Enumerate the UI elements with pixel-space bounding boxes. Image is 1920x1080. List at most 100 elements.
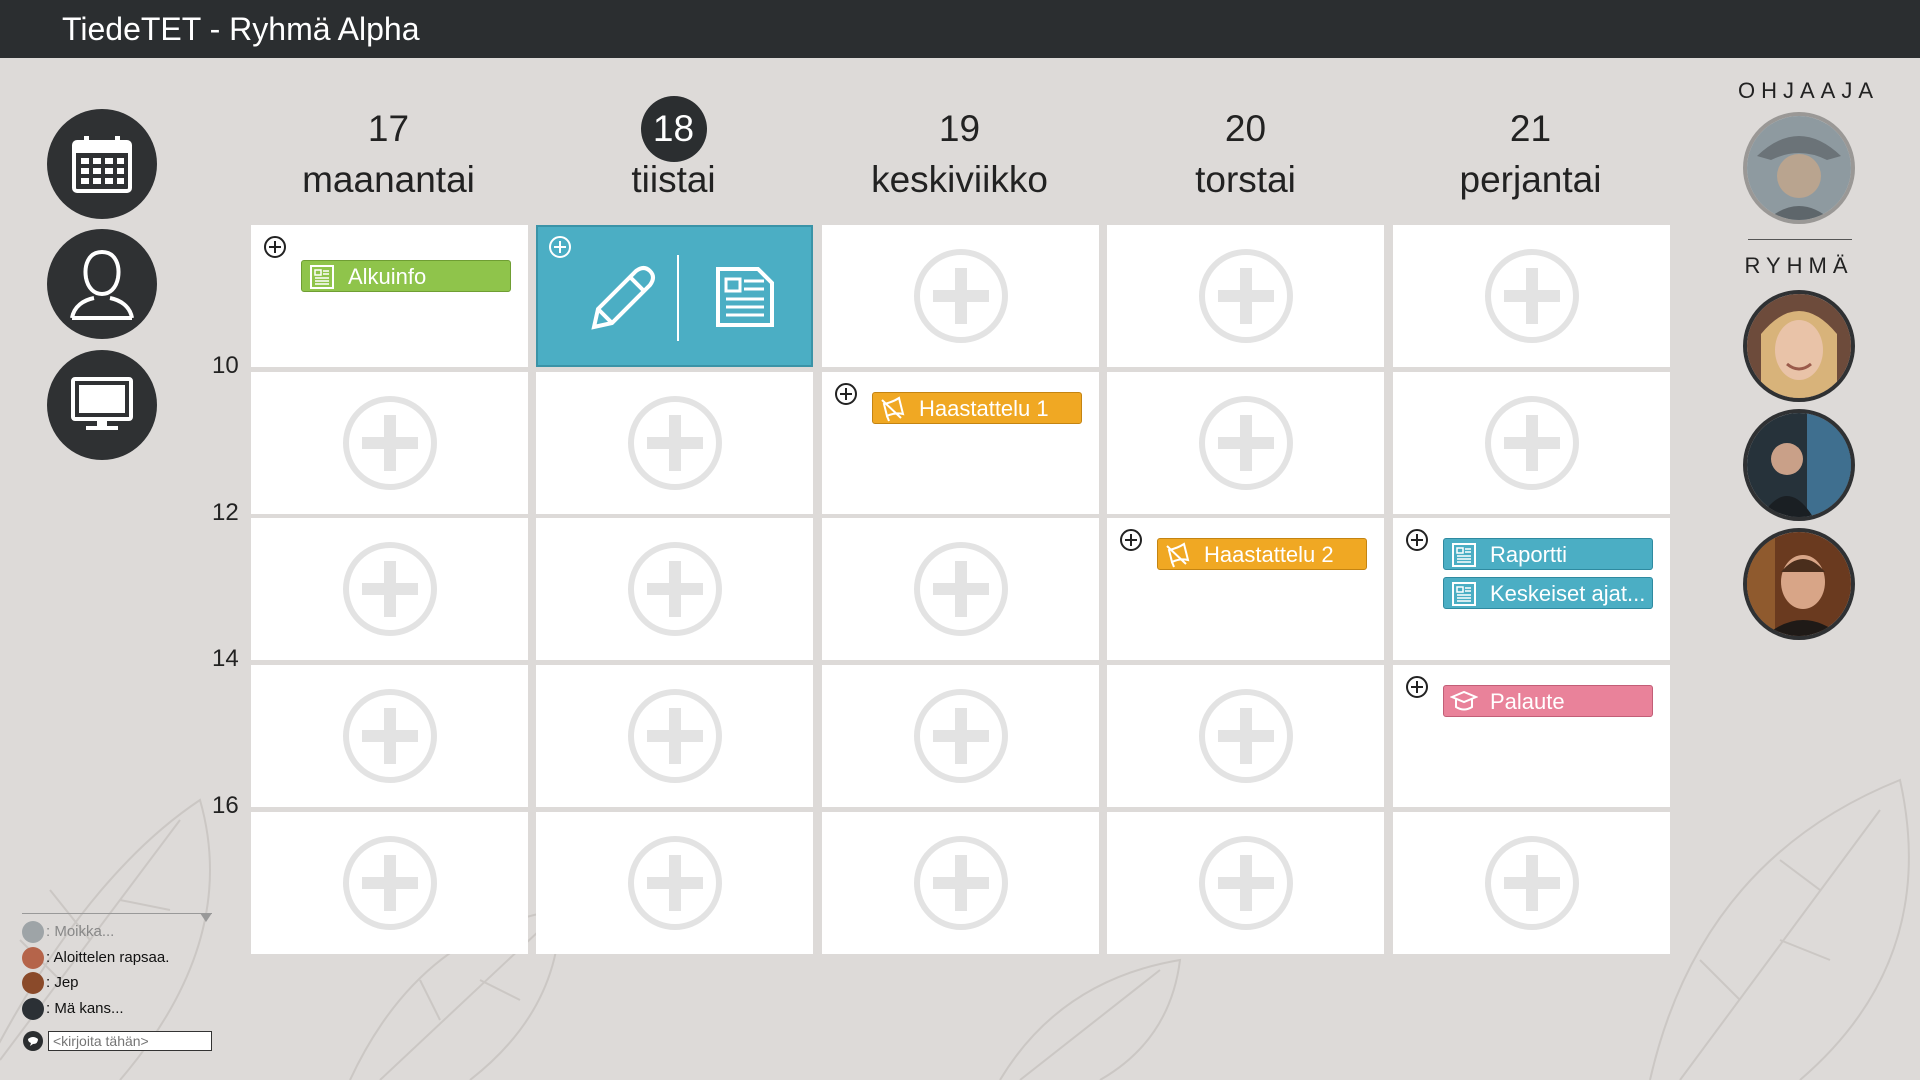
- add-slot-icon[interactable]: [913, 541, 1009, 637]
- calendar-nav-button[interactable]: [47, 109, 157, 219]
- empty-slot[interactable]: [822, 518, 1099, 660]
- add-slot-icon[interactable]: [913, 835, 1009, 931]
- day-number: 17: [367, 108, 410, 149]
- empty-slot[interactable]: [822, 812, 1099, 954]
- screen-nav-button[interactable]: [47, 350, 157, 460]
- event-palaute[interactable]: Palaute: [1443, 685, 1653, 717]
- add-slot-icon[interactable]: [1198, 835, 1294, 931]
- megaphone-icon: [881, 396, 905, 422]
- empty-slot[interactable]: [1107, 665, 1384, 807]
- event-haastattelu2[interactable]: Haastattelu 2: [1157, 538, 1367, 570]
- empty-slot[interactable]: [1107, 372, 1384, 514]
- empty-slot[interactable]: [822, 225, 1099, 367]
- graduation-cap-icon: [1450, 690, 1478, 711]
- add-slot-icon[interactable]: [1484, 395, 1580, 491]
- empty-slot[interactable]: [822, 665, 1099, 807]
- supervisor-avatar[interactable]: [1743, 112, 1855, 224]
- add-slot-icon[interactable]: [342, 835, 438, 931]
- day-name: keskiviikko: [871, 159, 1048, 200]
- empty-slot[interactable]: [536, 518, 813, 660]
- event-slot[interactable]: Haastattelu 1: [822, 372, 1099, 514]
- document-icon: [310, 265, 334, 289]
- day-name: perjantai: [1459, 159, 1602, 200]
- add-slot-icon[interactable]: [342, 688, 438, 784]
- empty-slot[interactable]: [1393, 225, 1670, 367]
- event-label: Alkuinfo: [348, 264, 427, 289]
- chat-message: : Aloittelen rapsaa.: [22, 946, 169, 970]
- empty-slot[interactable]: [251, 812, 528, 954]
- add-event-icon[interactable]: [834, 382, 858, 406]
- chat-message: : Jep: [22, 971, 79, 995]
- avatar-image: [1747, 116, 1851, 220]
- group-member-avatar[interactable]: [1743, 528, 1855, 640]
- chat-message: : Moikka...: [22, 920, 114, 944]
- avatar: [22, 947, 44, 970]
- selected-slot[interactable]: [536, 225, 813, 367]
- avatar-image: [1747, 532, 1851, 636]
- add-slot-icon[interactable]: [913, 248, 1009, 344]
- document-icon[interactable]: [716, 267, 774, 327]
- avatar-image: [1747, 294, 1851, 398]
- avatar-image: [1747, 413, 1851, 517]
- event-slot[interactable]: Raportti Keskeiset ajat...: [1393, 518, 1670, 660]
- event-label: Palaute: [1490, 689, 1565, 714]
- event-slot[interactable]: Palaute: [1393, 665, 1670, 807]
- empty-slot[interactable]: [1393, 372, 1670, 514]
- profile-nav-button[interactable]: [47, 229, 157, 339]
- chat-bubble-icon: [23, 1031, 43, 1051]
- add-slot-icon[interactable]: [913, 688, 1009, 784]
- empty-slot[interactable]: [1393, 812, 1670, 954]
- user-icon: [70, 249, 134, 320]
- event-haastattelu1[interactable]: Haastattelu 1: [872, 392, 1082, 424]
- day-header-today: 18 tiistai: [535, 95, 812, 201]
- add-slot-icon[interactable]: [627, 688, 723, 784]
- event-keskeiset[interactable]: Keskeiset ajat...: [1443, 577, 1653, 609]
- empty-slot[interactable]: [536, 665, 813, 807]
- add-event-icon[interactable]: [263, 235, 287, 259]
- day-number: 19: [938, 108, 981, 149]
- event-label: Haastattelu 1: [919, 396, 1049, 421]
- group-label: RYHMÄ: [1744, 253, 1854, 278]
- chat-collapse-icon[interactable]: [200, 913, 212, 922]
- empty-slot[interactable]: [536, 372, 813, 514]
- add-slot-icon[interactable]: [1198, 248, 1294, 344]
- document-icon: [1452, 582, 1476, 606]
- top-bar: TiedeTET - Ryhmä Alpha: [0, 0, 1920, 58]
- app-title: TiedeTET - Ryhmä Alpha: [62, 11, 420, 47]
- pencil-icon[interactable]: [591, 266, 655, 330]
- group-member-avatar[interactable]: [1743, 409, 1855, 521]
- add-slot-icon[interactable]: [627, 541, 723, 637]
- add-slot-icon[interactable]: [342, 541, 438, 637]
- empty-slot[interactable]: [536, 812, 813, 954]
- chat-input[interactable]: [48, 1031, 212, 1051]
- add-slot-icon[interactable]: [627, 395, 723, 491]
- empty-slot[interactable]: [251, 665, 528, 807]
- group-member-avatar[interactable]: [1743, 290, 1855, 402]
- add-event-icon[interactable]: [1405, 528, 1429, 552]
- empty-slot[interactable]: [251, 372, 528, 514]
- empty-slot[interactable]: [1107, 812, 1384, 954]
- day-name: maanantai: [302, 159, 475, 200]
- add-slot-icon[interactable]: [1484, 248, 1580, 344]
- add-slot-icon[interactable]: [1198, 688, 1294, 784]
- divider: [1748, 239, 1852, 240]
- day-number: 21: [1509, 108, 1552, 149]
- event-alkuinfo[interactable]: Alkuinfo: [301, 260, 511, 292]
- event-slot[interactable]: Alkuinfo: [251, 225, 528, 367]
- event-slot[interactable]: Haastattelu 2: [1107, 518, 1384, 660]
- avatar: [22, 998, 44, 1021]
- add-event-icon[interactable]: [1405, 675, 1429, 699]
- hour-label: 16: [212, 792, 239, 819]
- add-slot-icon[interactable]: [1484, 835, 1580, 931]
- empty-slot[interactable]: [1107, 225, 1384, 367]
- event-raportti[interactable]: Raportti: [1443, 538, 1653, 570]
- day-header: 17 maanantai: [250, 95, 527, 201]
- avatar: [22, 921, 44, 944]
- add-event-icon[interactable]: [1119, 528, 1143, 552]
- add-slot-icon[interactable]: [342, 395, 438, 491]
- event-label: Haastattelu 2: [1204, 542, 1334, 567]
- add-slot-icon[interactable]: [1198, 395, 1294, 491]
- day-name: torstai: [1195, 159, 1296, 200]
- add-slot-icon[interactable]: [627, 835, 723, 931]
- empty-slot[interactable]: [251, 518, 528, 660]
